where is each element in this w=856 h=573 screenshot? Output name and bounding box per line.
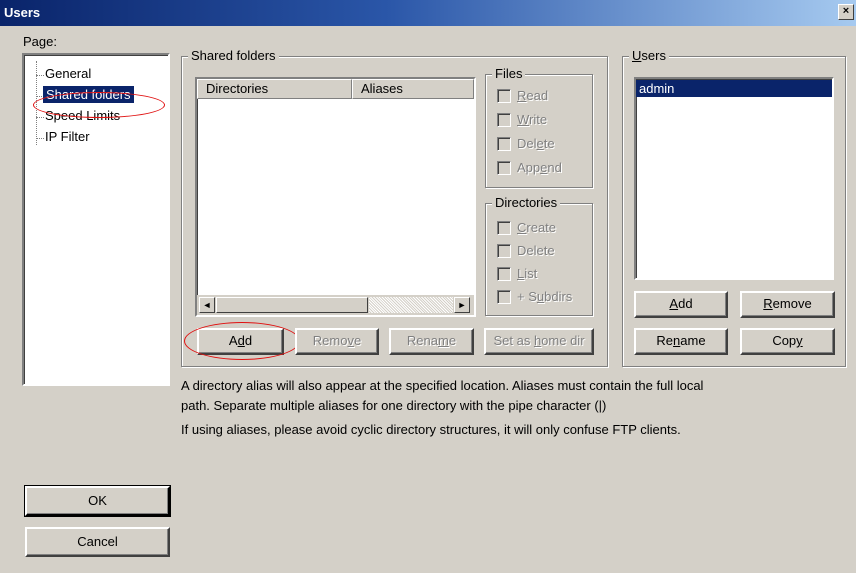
checkbox-label: Write	[517, 112, 548, 127]
rename-folder-button[interactable]: Rename	[389, 328, 474, 355]
checkbox-label: List	[517, 266, 538, 281]
checkbox-box[interactable]	[497, 89, 511, 103]
cancel-button[interactable]: Cancel	[25, 527, 170, 557]
scroll-right-button[interactable]: ►	[454, 297, 470, 313]
left-arrow-icon: ◄	[202, 300, 212, 310]
copy-user-button[interactable]: Copy	[740, 328, 835, 355]
checkbox-label: Append	[517, 160, 562, 175]
directory-list[interactable]: Directories Aliases ◄ ►	[195, 77, 476, 317]
tree-item-ip-filter[interactable]: IP Filter	[45, 129, 90, 144]
tree-item-label: IP Filter	[45, 129, 90, 144]
set-home-dir-button[interactable]: Set as home dir	[484, 328, 594, 355]
checkbox-box[interactable]	[497, 290, 511, 304]
checkbox-box[interactable]	[497, 244, 511, 258]
tree-line	[36, 117, 44, 118]
close-button[interactable]: ×	[838, 4, 854, 20]
remove-user-button[interactable]: Remove	[740, 291, 835, 318]
user-list-item[interactable]: admin	[636, 80, 832, 97]
files-group-title: Files	[492, 66, 526, 81]
scroll-track[interactable]	[369, 297, 453, 313]
tree-line	[36, 75, 44, 76]
tree-item-general[interactable]: General	[45, 66, 91, 81]
column-header-label: Aliases	[361, 81, 403, 96]
checkbox-box[interactable]	[497, 161, 511, 175]
checkbox-label: Create	[517, 220, 557, 235]
checkbox-label: Delete	[517, 136, 555, 151]
column-header-label: Directories	[206, 81, 269, 96]
remove-folder-button[interactable]: Remove	[295, 328, 379, 355]
rename-user-button[interactable]: Rename	[634, 328, 728, 355]
ok-button[interactable]: OK	[24, 485, 171, 517]
checkbox-label: Read	[517, 88, 549, 103]
title-bar: Users ×	[0, 0, 856, 26]
shared-folders-group-title: Shared folders	[188, 48, 279, 63]
annotation-ellipse	[184, 322, 300, 360]
alias-description-line: A directory alias will also appear at th…	[181, 378, 704, 393]
annotation-ellipse	[33, 92, 165, 118]
users-group-title: Users	[629, 48, 669, 63]
alias-warning: If using aliases, please avoid cyclic di…	[181, 422, 681, 437]
right-arrow-icon: ►	[457, 300, 467, 310]
checkbox-box[interactable]	[497, 221, 511, 235]
user-name: admin	[639, 81, 675, 96]
tree-line	[36, 138, 44, 139]
checkbox-box[interactable]	[497, 267, 511, 281]
scroll-thumb[interactable]	[216, 297, 368, 313]
directories-group-title: Directories	[492, 195, 561, 210]
checkbox-label: + Subdirs	[517, 289, 573, 304]
add-user-button[interactable]: Add	[634, 291, 728, 318]
window-title: Users	[4, 5, 41, 20]
users-list[interactable]: admin	[634, 77, 834, 280]
page-label: Page:	[23, 34, 57, 49]
checkbox-box[interactable]	[497, 137, 511, 151]
close-icon: ×	[842, 5, 850, 17]
ok-button-label: OK	[88, 493, 107, 508]
column-header-directories[interactable]: Directories	[197, 79, 352, 99]
scroll-left-button[interactable]: ◄	[199, 297, 215, 313]
horizontal-scrollbar[interactable]: ◄ ►	[197, 295, 474, 315]
checkbox-box[interactable]	[497, 113, 511, 127]
tree-item-label: General	[45, 66, 92, 81]
alias-description-line: path. Separate multiple aliases for one …	[181, 398, 607, 413]
checkbox-label: Delete	[517, 243, 555, 258]
column-header-aliases[interactable]: Aliases	[352, 79, 474, 99]
cancel-button-label: Cancel	[77, 534, 118, 549]
